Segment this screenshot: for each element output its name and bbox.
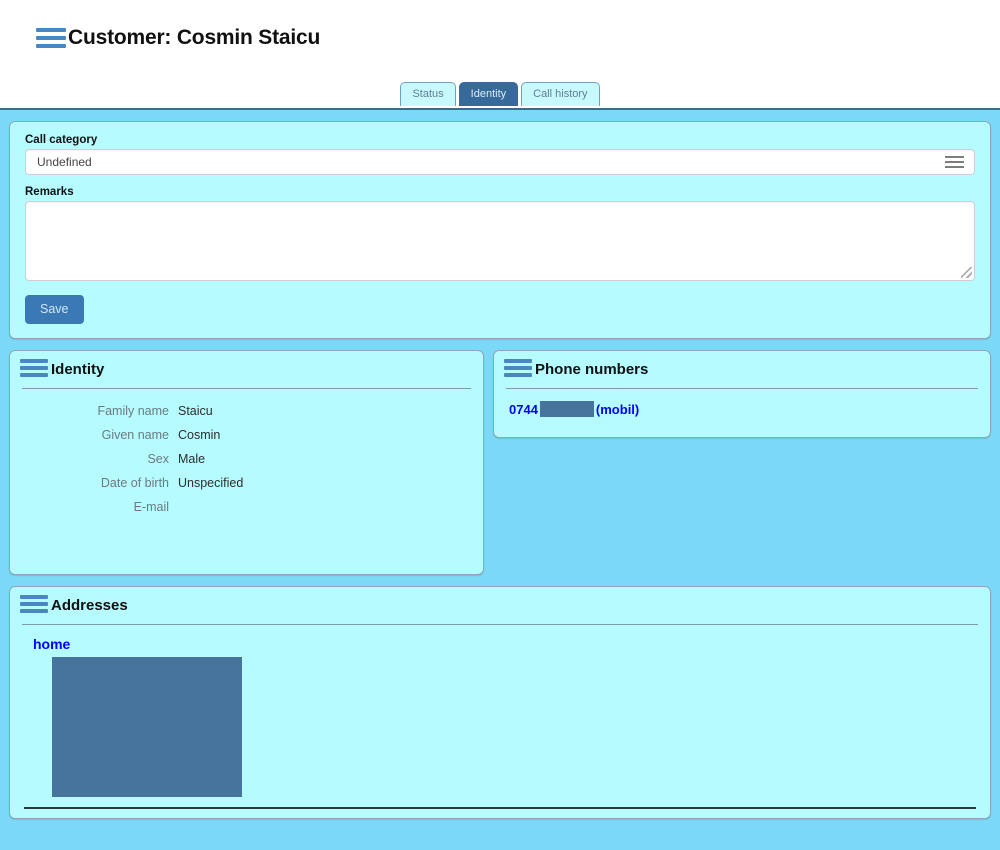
identity-row: Sex Male	[10, 447, 483, 471]
tab-identity[interactable]: Identity	[458, 81, 519, 106]
page-content: Call category Undefined Remarks Save Ide…	[0, 110, 1000, 819]
identity-row: Date of birth Unspecified	[10, 471, 483, 495]
identity-label: E-mail	[133, 500, 169, 514]
hamburger-bar	[504, 366, 532, 370]
hamburger-bar	[36, 44, 66, 48]
identity-label: Date of birth	[100, 476, 169, 490]
phone-number-prefix: 0744	[509, 401, 538, 417]
identity-panel: Identity Family name Staicu Given name C…	[9, 350, 484, 575]
page-title: Customer: Cosmin Staicu	[68, 26, 321, 49]
hamburger-icon[interactable]	[20, 595, 48, 616]
hamburger-bar	[20, 359, 48, 363]
identity-label: Sex	[147, 452, 169, 466]
identity-value: Male	[178, 452, 206, 466]
hamburger-bar	[36, 36, 66, 40]
hamburger-bar	[20, 595, 48, 599]
page-header: Customer: Cosmin Staicu Status Identity …	[0, 0, 1000, 110]
address-entry: home	[10, 625, 990, 797]
identity-row: Family name Staicu	[10, 399, 483, 423]
addresses-bottom-rule	[24, 807, 976, 809]
select-icon-bar	[945, 156, 964, 158]
tab-status[interactable]: Status	[400, 81, 456, 106]
identity-value: Staicu	[178, 404, 213, 418]
identity-panel-header: Identity	[10, 351, 483, 382]
phone-number-type: (mobil)	[595, 401, 640, 417]
phone-entry[interactable]: 0744 (mobil)	[494, 389, 990, 417]
identity-row: Given name Cosmin	[10, 423, 483, 447]
remarks-label: Remarks	[25, 186, 74, 198]
hamburger-icon[interactable]	[20, 359, 48, 380]
list-lines-icon	[945, 156, 964, 168]
hamburger-bar	[20, 373, 48, 377]
hamburger-bar	[504, 373, 532, 377]
hamburger-bar	[20, 366, 48, 370]
call-form-panel: Call category Undefined Remarks Save	[9, 121, 991, 339]
hamburger-bar	[20, 609, 48, 613]
phones-panel-header: Phone numbers	[494, 351, 990, 382]
hamburger-bar	[504, 359, 532, 363]
title-row: Customer: Cosmin Staicu	[0, 0, 1000, 50]
addresses-panel: Addresses home	[9, 586, 991, 819]
identity-label: Family name	[97, 404, 169, 418]
hamburger-bar	[20, 602, 48, 606]
identity-label: Given name	[101, 428, 169, 442]
phone-number-redaction	[539, 401, 594, 417]
call-category-label: Call category	[25, 134, 98, 146]
hamburger-bar	[36, 28, 66, 32]
save-button[interactable]: Save	[25, 295, 84, 324]
hamburger-icon[interactable]	[504, 359, 532, 380]
identity-value: Unspecified	[178, 476, 244, 490]
tab-bar: Status Identity Call history	[0, 81, 1000, 106]
remarks-input[interactable]	[25, 201, 975, 281]
identity-fields: Family name Staicu Given name Cosmin Sex…	[10, 389, 483, 519]
resize-grip-icon[interactable]	[961, 267, 972, 278]
addresses-panel-header: Addresses	[10, 587, 990, 618]
phones-panel-title: Phone numbers	[535, 361, 649, 378]
call-category-value: Undefined	[37, 155, 92, 169]
select-icon-bar	[945, 161, 964, 163]
address-kind-label[interactable]: home	[33, 636, 990, 652]
phone-numbers-panel: Phone numbers 0744 (mobil)	[493, 350, 991, 438]
tab-call-history[interactable]: Call history	[521, 81, 600, 106]
identity-panel-title: Identity	[51, 361, 105, 378]
call-category-select[interactable]: Undefined	[25, 149, 975, 175]
identity-row: E-mail	[10, 495, 483, 519]
address-detail-redaction	[52, 657, 242, 797]
select-icon-bar	[945, 166, 964, 168]
middle-row: Identity Family name Staicu Given name C…	[9, 350, 991, 575]
hamburger-icon[interactable]	[36, 28, 66, 48]
addresses-panel-title: Addresses	[51, 597, 128, 614]
identity-value: Cosmin	[178, 428, 221, 442]
